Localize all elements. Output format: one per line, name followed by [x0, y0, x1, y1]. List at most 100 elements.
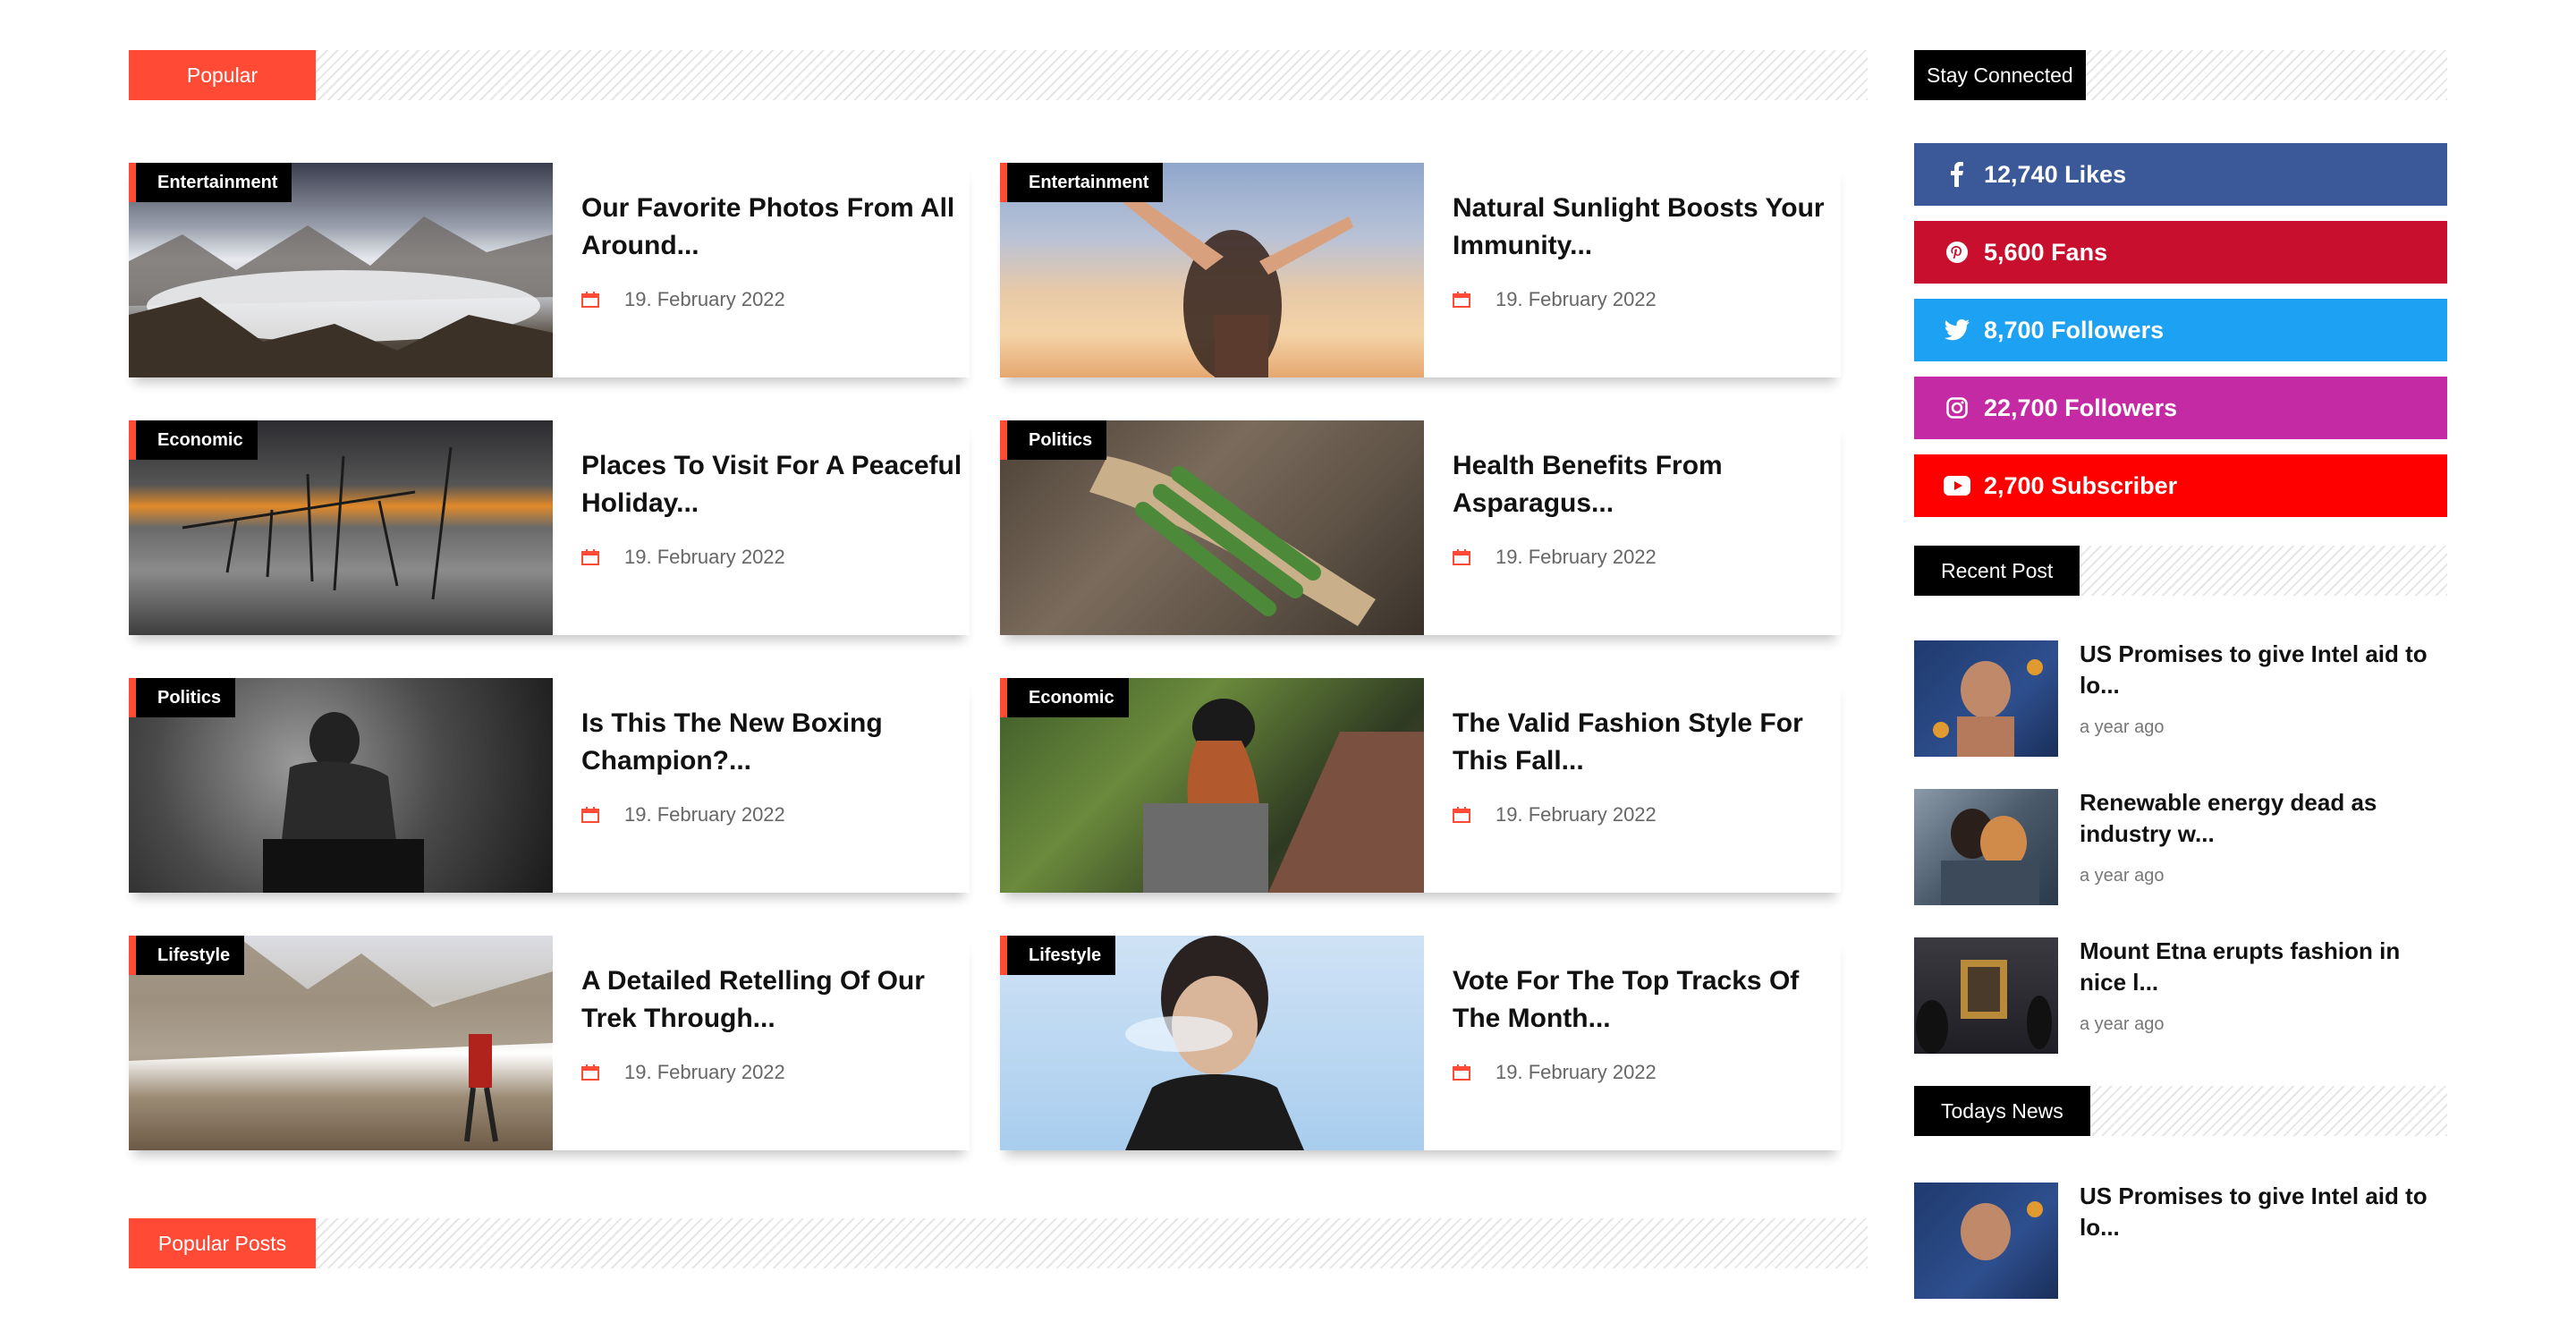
post-date: 19. February 2022 [581, 803, 970, 827]
post-title[interactable]: Health Benefits From Asparagus... [1453, 447, 1841, 522]
facebook-link[interactable]: 12,740 Likes [1914, 143, 2447, 206]
main-content: Popular Entertainment Our Favorite Photo… [129, 50, 1868, 1150]
person-image [1933, 659, 2043, 757]
section-title: Popular Posts [129, 1218, 316, 1268]
recent-post-time: a year ago [2080, 866, 2165, 886]
recent-post-thumbnail[interactable] [1914, 789, 2058, 905]
recent-post-thumbnail[interactable] [1914, 640, 2058, 757]
post-date-text: 19. February 2022 [1496, 546, 1657, 568]
post-date-text: 19. February 2022 [1496, 1061, 1657, 1083]
recent-post-item[interactable]: Renewable energy dead as industry w... a… [1914, 789, 2447, 905]
sidebar: Stay Connected 12,740 Likes 5,600 Fans 8… [1914, 50, 2447, 1331]
pinterest-link[interactable]: 5,600 Fans [1914, 221, 2447, 284]
calendar-icon [581, 807, 599, 823]
recent-post-title[interactable]: Mount Etna erupts fashion in nice l... [2080, 936, 2447, 998]
facebook-icon [1943, 143, 1971, 206]
twitter-link[interactable]: 8,700 Followers [1914, 299, 2447, 361]
calendar-icon [581, 1064, 599, 1081]
post-thumbnail[interactable]: Economic [1000, 678, 1424, 893]
post-card[interactable]: Politics Health Benefits From Asparagus.… [1000, 420, 1841, 635]
post-card[interactable]: Lifestyle A Detailed Retelling Of Our Tr… [129, 936, 970, 1150]
post-thumbnail[interactable]: Politics [1000, 420, 1424, 635]
section-title: Stay Connected [1914, 50, 2086, 100]
category-badge[interactable]: Politics [129, 678, 236, 717]
stay-connected-header: Stay Connected [1914, 50, 2447, 100]
post-date: 19. February 2022 [1453, 546, 1841, 569]
post-thumbnail[interactable]: Entertainment [129, 163, 553, 377]
post-card[interactable]: Economic The Valid Fashion Style For Thi… [1000, 678, 1841, 893]
social-count: 2,700 Subscriber [1984, 472, 2178, 499]
todays-news-header: Todays News [1914, 1086, 2447, 1136]
category-badge[interactable]: Entertainment [129, 163, 292, 202]
post-title[interactable]: Vote For The Top Tracks Of The Month... [1453, 962, 1841, 1038]
category-badge[interactable]: Economic [129, 420, 258, 460]
post-title[interactable]: Is This The New Boxing Champion?... [581, 705, 970, 780]
calendar-icon [581, 292, 599, 308]
post-date-text: 19. February 2022 [624, 546, 785, 568]
popular-section-header: Popular [129, 50, 1868, 100]
instagram-link[interactable]: 22,700 Followers [1914, 377, 2447, 439]
post-thumbnail[interactable]: Politics [129, 678, 553, 893]
post-date-text: 19. February 2022 [1496, 803, 1657, 826]
section-title: Popular [129, 50, 316, 100]
person-image [1961, 1201, 2043, 1260]
post-title[interactable]: Our Favorite Photos From All Around... [581, 190, 970, 265]
post-body: Is This The New Boxing Champion?... 19. … [553, 678, 970, 893]
post-thumbnail[interactable]: Economic [129, 420, 553, 635]
recent-post-time: a year ago [2080, 717, 2165, 737]
social-count: 8,700 Followers [1984, 317, 2165, 343]
recent-post-header: Recent Post [1914, 546, 2447, 596]
calendar-icon [1453, 549, 1470, 565]
post-title[interactable]: Places To Visit For A Peaceful Holiday..… [581, 447, 970, 522]
category-badge[interactable]: Lifestyle [129, 936, 245, 975]
category-badge[interactable]: Politics [1000, 420, 1107, 460]
youtube-link[interactable]: 2,700 Subscriber [1914, 454, 2447, 517]
post-date-text: 19. February 2022 [624, 1061, 785, 1083]
post-card[interactable]: Economic Places To Visit For A Peaceful … [129, 420, 970, 635]
recent-post-time: a year ago [2080, 1014, 2165, 1034]
recent-post-title[interactable]: Renewable energy dead as industry w... [2080, 787, 2447, 850]
post-date: 19. February 2022 [1453, 288, 1841, 311]
post-body: Our Favorite Photos From All Around... 1… [553, 163, 970, 377]
post-title[interactable]: Natural Sunlight Boosts Your Immunity... [1453, 190, 1841, 265]
post-date-text: 19. February 2022 [624, 803, 785, 826]
painting-image [1916, 960, 2052, 1054]
todays-news-thumbnail[interactable] [1914, 1183, 2058, 1299]
category-badge[interactable]: Entertainment [1000, 163, 1164, 202]
calendar-icon [1453, 807, 1470, 823]
social-count: 5,600 Fans [1984, 239, 2108, 266]
section-title: Todays News [1914, 1086, 2090, 1136]
todays-news-body: US Promises to give Intel aid to lo... [2058, 1183, 2447, 1299]
post-body: Health Benefits From Asparagus... 19. Fe… [1424, 420, 1841, 635]
todays-news-title[interactable]: US Promises to give Intel aid to lo... [2080, 1181, 2447, 1243]
category-badge[interactable]: Lifestyle [1000, 936, 1116, 975]
recent-post-title[interactable]: US Promises to give Intel aid to lo... [2080, 639, 2447, 701]
post-body: Natural Sunlight Boosts Your Immunity...… [1424, 163, 1841, 377]
post-date-text: 19. February 2022 [624, 288, 785, 310]
post-thumbnail[interactable]: Entertainment [1000, 163, 1424, 377]
category-badge[interactable]: Economic [1000, 678, 1129, 717]
social-count: 12,740 Likes [1984, 161, 2127, 188]
post-thumbnail[interactable]: Lifestyle [1000, 936, 1424, 1150]
post-card[interactable]: Entertainment Natural Sunlight Boosts Yo… [1000, 163, 1841, 377]
post-card[interactable]: Politics Is This The New Boxing Champion… [129, 678, 970, 893]
post-card[interactable]: Lifestyle Vote For The Top Tracks Of The… [1000, 936, 1841, 1150]
recent-post-item[interactable]: Mount Etna erupts fashion in nice l... a… [1914, 937, 2447, 1054]
recent-post-item[interactable]: US Promises to give Intel aid to lo... a… [1914, 640, 2447, 757]
recent-post-thumbnail[interactable] [1914, 937, 2058, 1054]
youtube-icon [1943, 454, 1971, 517]
recent-post-body: Renewable energy dead as industry w... a… [2058, 789, 2447, 905]
todays-news-item[interactable]: US Promises to give Intel aid to lo... [1914, 1183, 2447, 1299]
post-card[interactable]: Entertainment Our Favorite Photos From A… [129, 163, 970, 377]
post-body: A Detailed Retelling Of Our Trek Through… [553, 936, 970, 1150]
twitter-icon [1943, 299, 1971, 361]
post-date: 19. February 2022 [581, 546, 970, 569]
post-thumbnail[interactable]: Lifestyle [129, 936, 553, 1150]
header-stripe [129, 1218, 1868, 1268]
post-date: 19. February 2022 [581, 1061, 970, 1084]
post-body: Vote For The Top Tracks Of The Month... … [1424, 936, 1841, 1150]
calendar-icon [1453, 292, 1470, 308]
post-title[interactable]: The Valid Fashion Style For This Fall... [1453, 705, 1841, 780]
post-title[interactable]: A Detailed Retelling Of Our Trek Through… [581, 962, 970, 1038]
post-date: 19. February 2022 [1453, 1061, 1841, 1084]
